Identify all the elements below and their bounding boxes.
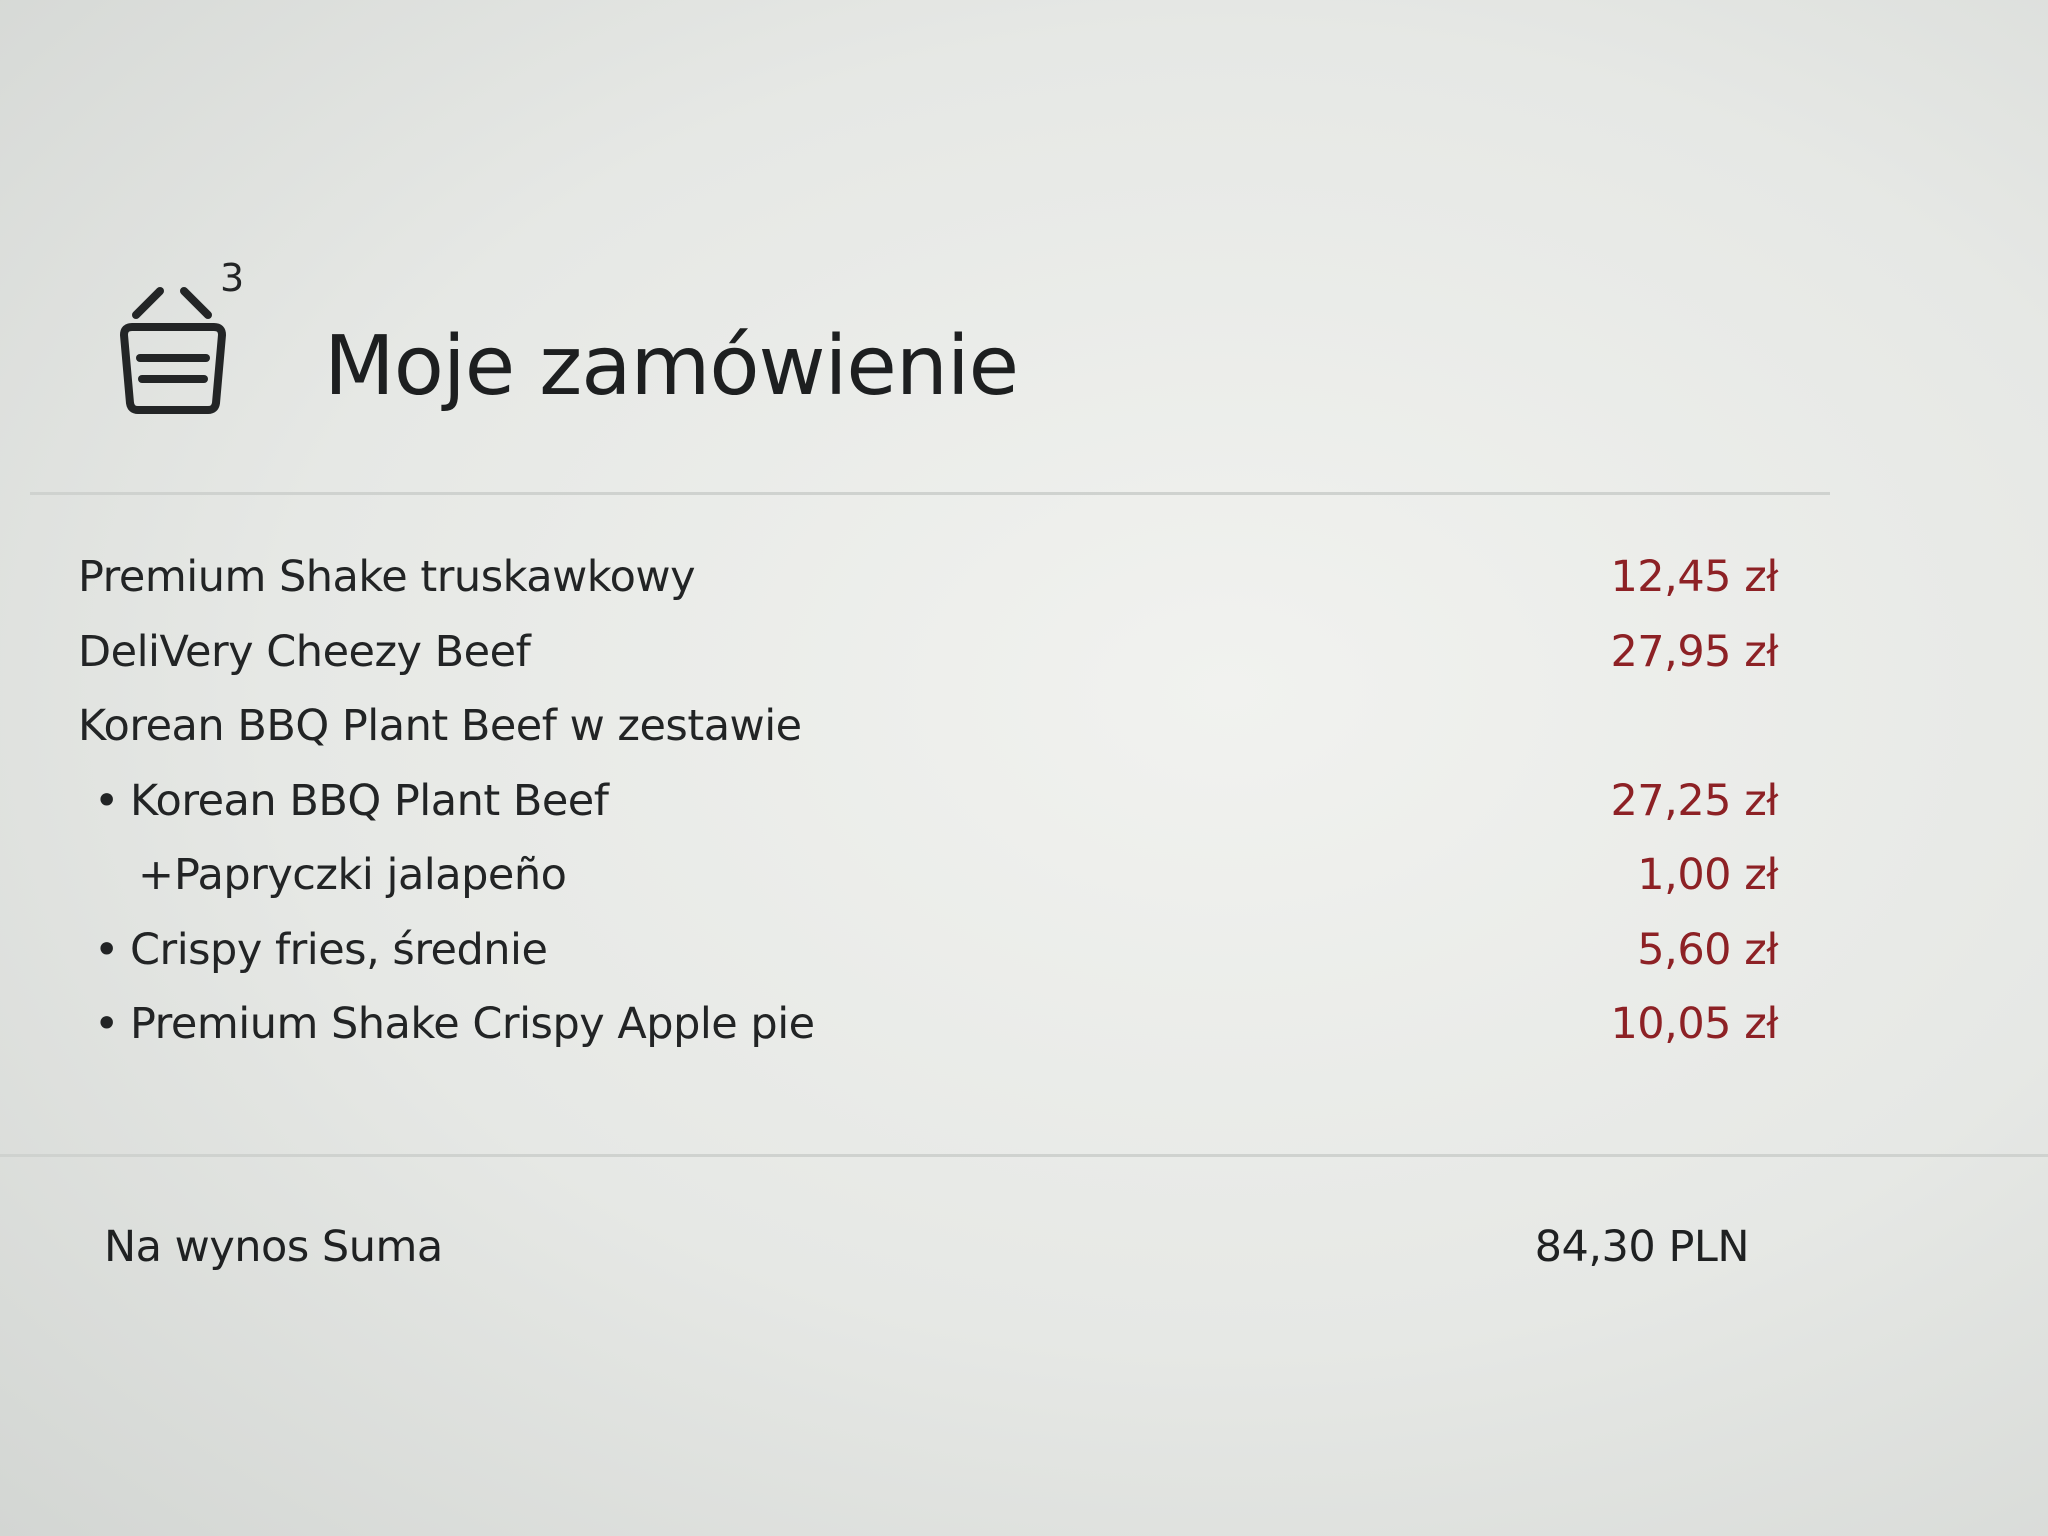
item-price: 5,60 zł — [1637, 924, 1778, 975]
order-item[interactable]: Premium Shake truskawkowy 12,45 zł — [78, 540, 1778, 615]
item-price: 27,95 zł — [1610, 626, 1778, 677]
item-price: 10,05 zł — [1610, 999, 1778, 1049]
item-name: Premium Shake Crispy Apple pie — [130, 999, 815, 1049]
divider — [30, 492, 1830, 495]
item-name: DeliVery Cheezy Beef — [78, 626, 531, 677]
set-component: • Premium Shake Crispy Apple pie 10,05 zł — [78, 987, 1778, 1062]
order-summary-screen: 3 Moje zamówienie Premium Shake truskawk… — [0, 0, 2048, 1536]
item-price: 12,45 zł — [1610, 552, 1778, 602]
bullet-marker: • — [94, 924, 119, 975]
basket-count-badge: 3 — [220, 256, 245, 300]
set-component: • Korean BBQ Plant Beef 27,25 zł — [78, 764, 1778, 839]
order-item-set[interactable]: Korean BBQ Plant Beef w zestawie — [78, 689, 1778, 764]
total-amount: 84,30 PLN — [1534, 1222, 1750, 1272]
plus-marker: + — [138, 850, 174, 900]
item-price: 1,00 zł — [1637, 850, 1778, 900]
basket-button[interactable]: 3 — [112, 255, 245, 425]
divider — [0, 1154, 2048, 1157]
order-total-row: Na wynos Suma 84,30 PLN — [104, 1212, 1750, 1282]
order-header: 3 Moje zamówienie — [112, 255, 1112, 425]
item-name: Korean BBQ Plant Beef w zestawie — [78, 701, 802, 751]
item-name: Papryczki jalapeño — [174, 850, 567, 900]
bullet-marker: • — [94, 999, 119, 1049]
item-name: Premium Shake truskawkowy — [78, 552, 696, 602]
page-title: Moje zamówienie — [324, 319, 1019, 414]
order-item[interactable]: DeliVery Cheezy Beef 27,95 zł — [78, 615, 1778, 690]
total-label: Na wynos Suma — [104, 1222, 443, 1272]
set-component-extra: +Papryczki jalapeño 1,00 zł — [78, 838, 1778, 913]
item-name: Crispy fries, średnie — [130, 924, 548, 975]
set-component: • Crispy fries, średnie 5,60 zł — [78, 913, 1778, 988]
item-price: 27,25 zł — [1610, 775, 1778, 826]
order-items-list: Premium Shake truskawkowy 12,45 zł DeliV… — [78, 540, 1778, 1062]
bullet-marker: • — [94, 775, 119, 826]
item-name: Korean BBQ Plant Beef — [130, 775, 609, 826]
